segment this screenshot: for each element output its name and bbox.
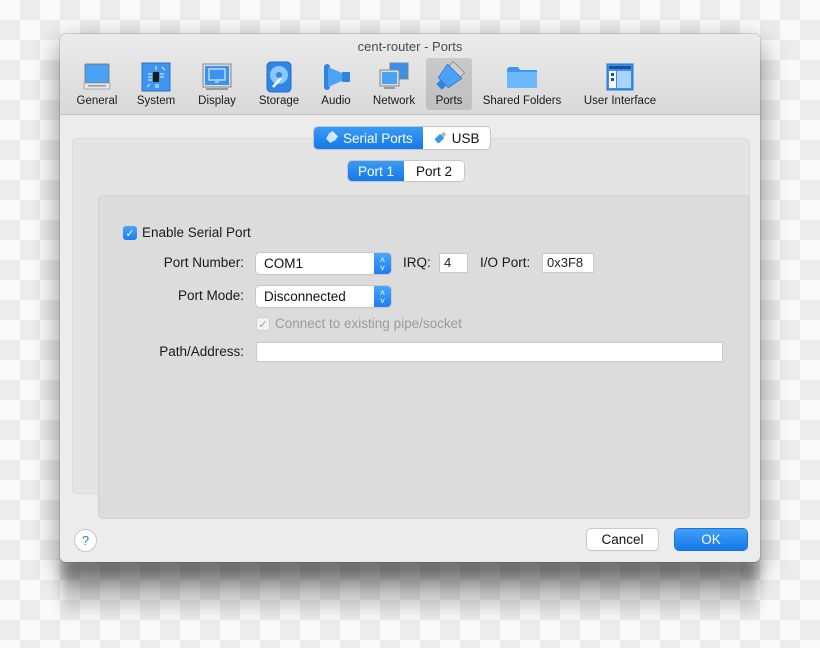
irq-label: IRQ: [403, 255, 431, 270]
toolbar-label: System [136, 95, 176, 107]
tab-port-2[interactable]: Port 2 [404, 161, 465, 181]
toolbar-item-audio[interactable]: Audio [310, 58, 362, 110]
network-icon [379, 62, 409, 89]
settings-dialog: cent-router - Ports General System Displ… [60, 34, 760, 562]
toolbar-label: Storage [258, 95, 300, 107]
general-icon [83, 63, 111, 90]
toolbar-label: Shared Folders [482, 95, 562, 107]
user-interface-icon [606, 63, 634, 91]
toolbar-label: Ports [435, 95, 463, 107]
toolbar-label: Network [372, 95, 416, 107]
toolbar-item-network[interactable]: Network [362, 58, 426, 110]
port-settings-panel: ✓ Enable Serial Port Port Number: COM1 ˄… [98, 195, 750, 519]
content-area: ✓ Enable Serial Port Port Number: COM1 ˄… [60, 115, 760, 562]
audio-speaker-icon [324, 64, 350, 90]
toolbar-label: Audio [321, 95, 351, 107]
usb-plug-icon [434, 131, 447, 144]
port-mode-value: Disconnected [264, 289, 346, 304]
tab-label: USB [451, 130, 480, 146]
ok-button[interactable]: OK [675, 529, 747, 550]
ports-connector-icon [436, 61, 465, 90]
enable-serial-port-label: Enable Serial Port [142, 225, 251, 240]
port-number-value: COM1 [264, 256, 304, 271]
path-address-label: Path/Address: [159, 344, 244, 359]
toolbar-item-display[interactable]: Display [186, 58, 248, 110]
serial-connector-icon [326, 131, 338, 143]
tab-usb[interactable]: USB [422, 127, 490, 149]
irq-input[interactable]: 4 [439, 253, 468, 273]
tab-label: Port 2 [416, 163, 453, 179]
toolbar-item-system[interactable]: System [126, 58, 186, 110]
ports-type-tabs: Serial Ports USB [314, 127, 490, 149]
connect-existing-checkbox[interactable]: ✓ [256, 317, 270, 331]
connect-existing-label: Connect to existing pipe/socket [275, 316, 462, 331]
toolbar-label: General [76, 95, 118, 107]
toolbar-item-user-interface[interactable]: User Interface [572, 58, 668, 110]
toolbar-item-general[interactable]: General [68, 58, 126, 110]
path-address-input[interactable] [256, 342, 723, 362]
port-mode-select[interactable]: Disconnected ˄ ˅ [256, 286, 391, 307]
storage-disk-icon [266, 61, 292, 93]
tab-label: Port 1 [358, 163, 395, 179]
toolbar-label: Display [198, 95, 236, 107]
display-monitor-icon [202, 63, 232, 90]
io-port-input[interactable]: 0x3F8 [542, 253, 594, 273]
select-arrows-icon: ˄ ˅ [374, 253, 391, 274]
toolbar-item-ports[interactable]: Ports [426, 58, 472, 110]
tab-label: Serial Ports [343, 130, 413, 146]
system-chip-icon [141, 62, 171, 92]
select-arrows-icon: ˄ ˅ [374, 286, 391, 307]
folder-icon [507, 67, 537, 88]
toolbar-item-shared-folders[interactable]: Shared Folders [472, 58, 572, 110]
cancel-button[interactable]: Cancel [587, 529, 658, 550]
toolbar-item-storage[interactable]: Storage [248, 58, 310, 110]
port-number-tabs: Port 1 Port 2 [348, 161, 465, 181]
port-number-label: Port Number: [163, 255, 244, 270]
checkmark-icon: ✓ [258, 318, 268, 331]
port-mode-label: Port Mode: [177, 288, 244, 303]
io-port-label: I/O Port: [480, 255, 531, 270]
enable-serial-port-checkbox[interactable]: ✓ [123, 226, 137, 240]
port-number-select[interactable]: COM1 ˄ ˅ [256, 253, 391, 274]
window-title: cent-router - Ports [357, 39, 463, 54]
settings-toolbar: General System Display Storage Audio Net… [68, 58, 668, 112]
help-button[interactable]: ? [75, 530, 96, 551]
tab-port-1[interactable]: Port 1 [348, 161, 405, 181]
window-shadow [62, 560, 758, 620]
title-bar: cent-router - Ports General System Displ… [60, 34, 760, 115]
checkmark-icon: ✓ [125, 227, 135, 240]
ports-panel: ✓ Enable Serial Port Port Number: COM1 ˄… [72, 138, 750, 519]
toolbar-label: User Interface [583, 95, 657, 107]
tab-serial-ports[interactable]: Serial Ports [314, 127, 423, 149]
